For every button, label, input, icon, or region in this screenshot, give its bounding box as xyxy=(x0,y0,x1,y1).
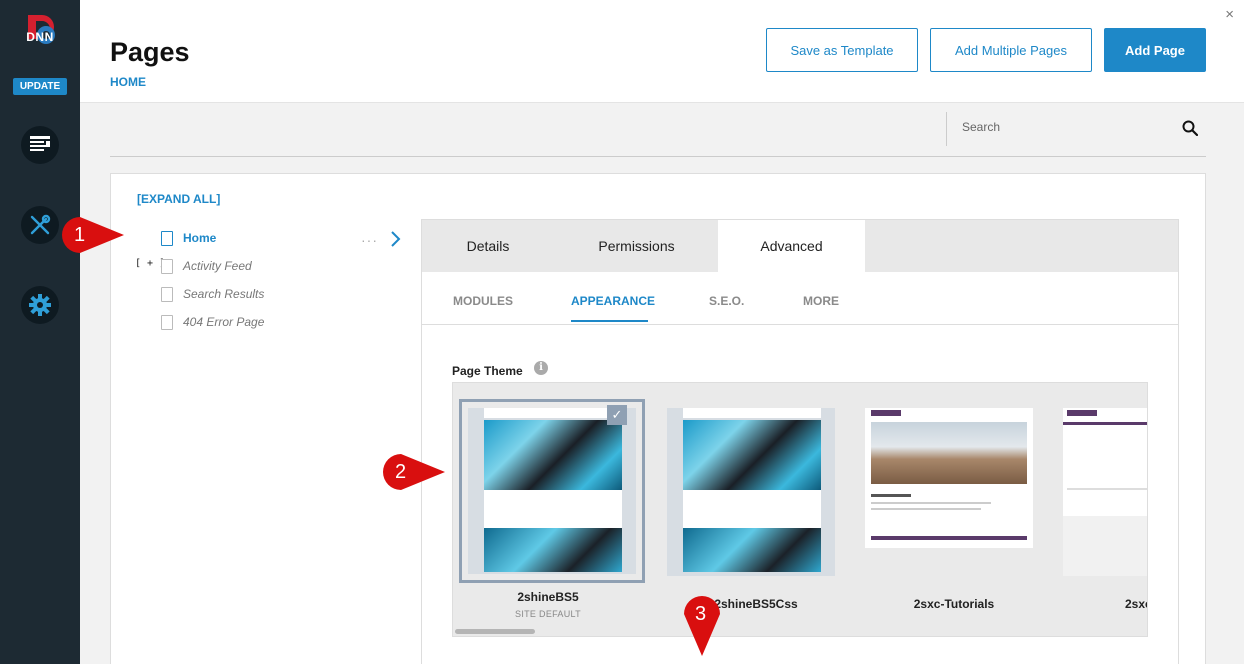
theme-name: 2sxc-Tutorials xyxy=(913,597,995,611)
callout-number: 1 xyxy=(74,224,86,246)
theme-preview-image xyxy=(865,408,1033,548)
theme-name: 2shineBS5 xyxy=(517,590,579,604)
subtab-seo[interactable]: S.E.O. xyxy=(709,294,744,308)
horizontal-scrollbar[interactable] xyxy=(455,629,535,634)
tree-item-404-error-page[interactable]: 404 Error Page xyxy=(161,313,264,331)
active-subtab-indicator xyxy=(571,320,648,322)
page-theme-label: Page Theme xyxy=(452,364,523,378)
search-icon[interactable] xyxy=(1182,120,1199,141)
theme-preview-image xyxy=(1063,408,1147,576)
add-page-button[interactable]: Add Page xyxy=(1104,28,1206,72)
page-header: Pages HOME Save as Template Add Multiple… xyxy=(80,0,1244,103)
tab-permissions[interactable]: Permissions xyxy=(564,220,709,272)
page-icon xyxy=(161,230,173,246)
subtab-appearance[interactable]: APPEARANCE xyxy=(571,294,655,308)
page-icon xyxy=(161,314,173,330)
theme-thumbnail[interactable] xyxy=(459,399,645,583)
callout-marker-2: 2 xyxy=(381,452,447,497)
theme-subtitle: SITE DEFAULT xyxy=(515,609,581,619)
tab-details[interactable]: Details xyxy=(422,220,554,272)
theme-selector: ✓ 2shineBS5 SITE DEFAULT 2shineBS5Css 2s… xyxy=(452,382,1148,637)
theme-card-2sxcboot[interactable]: 2sxcBoot xyxy=(1057,383,1147,633)
page-title: Pages xyxy=(110,37,190,67)
search-box xyxy=(946,112,1206,146)
tree-item-label: Activity Feed xyxy=(183,259,252,273)
tree-item-label: 404 Error Page xyxy=(183,315,265,329)
save-as-template-button[interactable]: Save as Template xyxy=(766,28,918,72)
callout-marker-3: 3 xyxy=(682,594,722,661)
selected-check-icon: ✓ xyxy=(607,405,627,425)
more-options-icon[interactable]: ··· xyxy=(361,232,378,248)
tools-icon[interactable] xyxy=(21,206,59,244)
page-icon xyxy=(161,258,173,274)
callout-marker-1: 1 xyxy=(60,215,126,260)
settings-tabs: Details Permissions Advanced xyxy=(422,220,1178,272)
add-multiple-pages-button[interactable]: Add Multiple Pages xyxy=(930,28,1092,72)
subtab-modules[interactable]: MODULES xyxy=(453,294,513,308)
close-icon[interactable]: × xyxy=(1225,6,1234,23)
theme-card-2shinebs5[interactable]: ✓ 2shineBS5 SITE DEFAULT xyxy=(453,383,645,633)
subtab-more[interactable]: MORE xyxy=(803,294,839,308)
theme-card-2sxc-tutorials[interactable]: 2sxc-Tutorials xyxy=(859,383,1049,633)
callout-number: 2 xyxy=(395,461,407,483)
breadcrumb[interactable]: HOME xyxy=(110,75,146,89)
search-input[interactable] xyxy=(962,120,1172,134)
tab-advanced[interactable]: Advanced xyxy=(718,220,865,272)
callout-number: 3 xyxy=(695,603,707,625)
tree-item-label: Search Results xyxy=(183,287,265,301)
page-icon xyxy=(161,286,173,302)
theme-preview-image xyxy=(667,408,835,576)
settings-gear-icon[interactable] xyxy=(21,286,59,324)
persona-bar: DNN UPDATE xyxy=(0,0,80,664)
pages-panel: [EXPAND ALL] Home ··· [ + ] Activity Fee… xyxy=(110,173,1206,664)
tree-item-search-results[interactable]: Search Results xyxy=(161,285,264,303)
content-icon[interactable] xyxy=(21,126,59,164)
settings-subtabs: MODULES APPEARANCE S.E.O. MORE xyxy=(422,272,1178,325)
tree-item-home[interactable]: Home xyxy=(161,229,216,247)
info-icon[interactable]: i xyxy=(534,361,548,375)
tree-item-activity-feed[interactable]: Activity Feed xyxy=(161,257,252,275)
divider xyxy=(110,156,1206,157)
chevron-right-icon[interactable] xyxy=(389,230,401,253)
theme-name: 2sxcBoot xyxy=(1124,597,1147,611)
page-settings: Details Permissions Advanced MODULES APP… xyxy=(421,219,1179,664)
logo-text: DNN xyxy=(26,30,54,44)
tree-item-label: Home xyxy=(183,231,217,245)
theme-preview-image xyxy=(468,408,636,574)
update-badge[interactable]: UPDATE xyxy=(13,78,67,95)
expand-all-link[interactable]: [EXPAND ALL] xyxy=(137,192,220,206)
